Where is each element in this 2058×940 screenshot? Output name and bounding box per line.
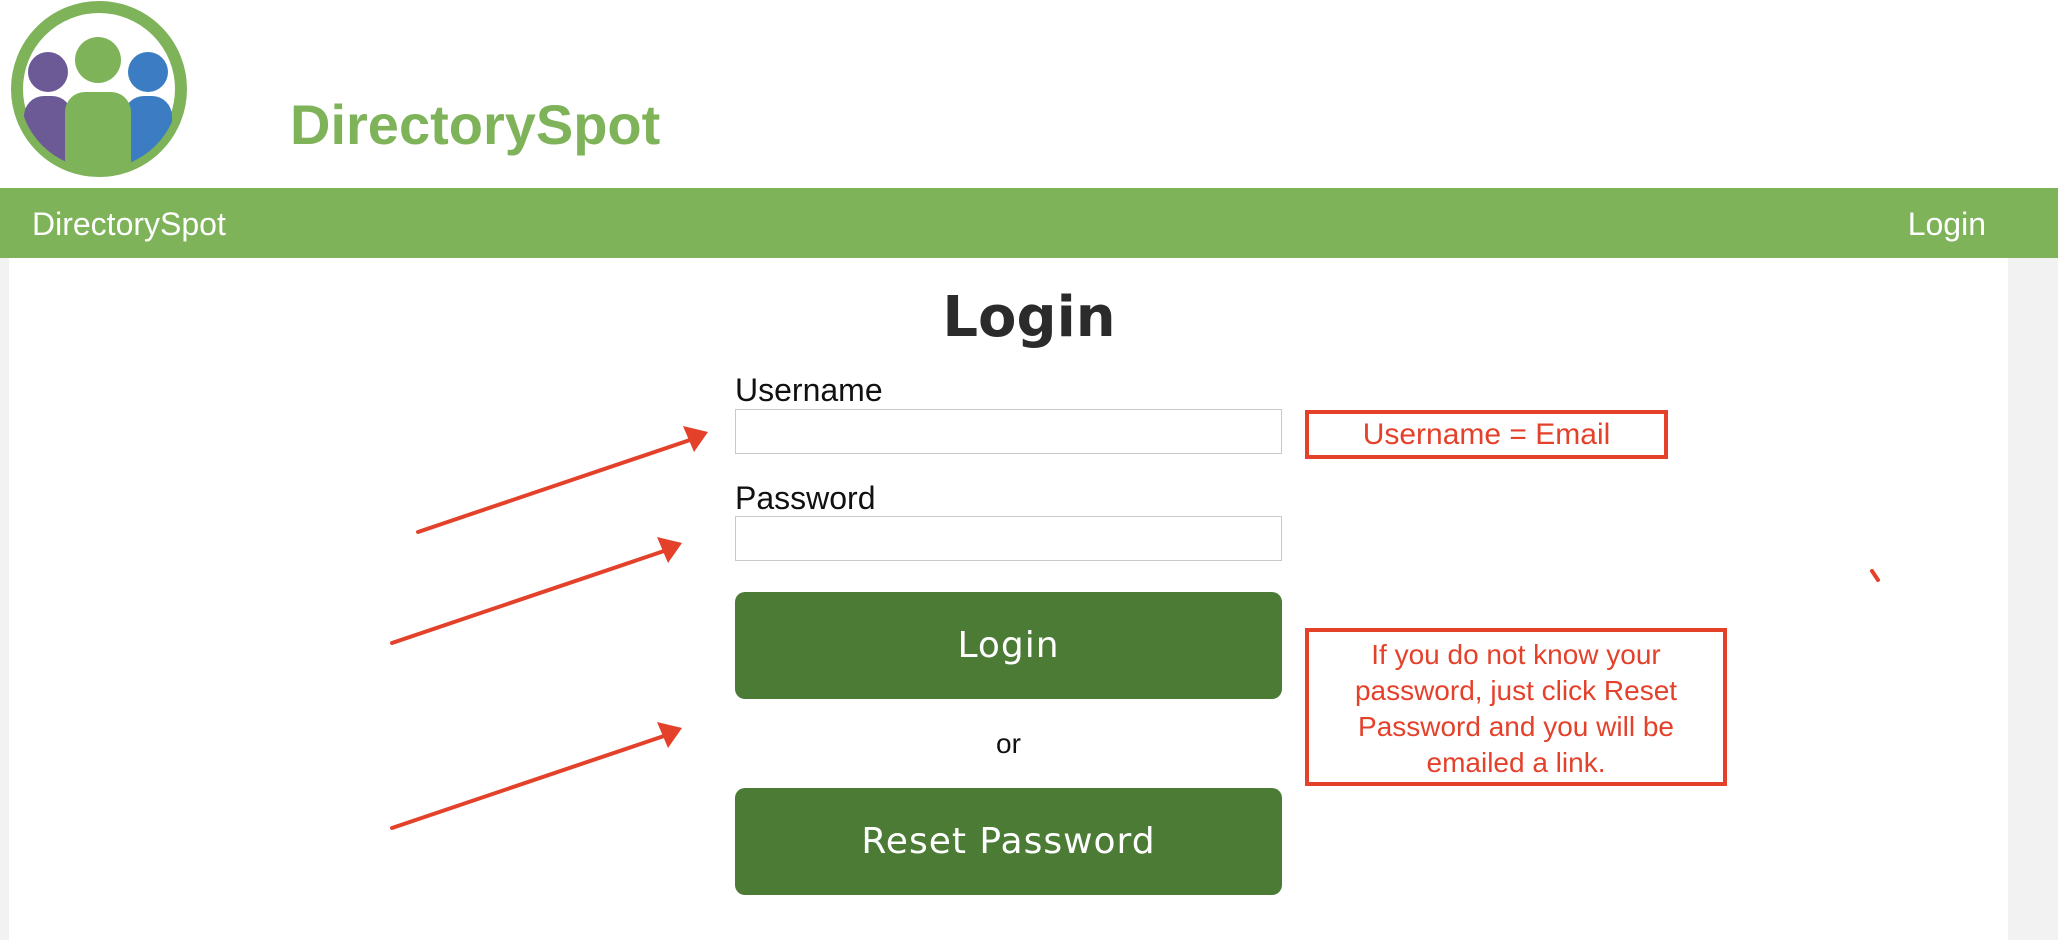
top-navbar: DirectorySpot Login	[0, 188, 2058, 258]
password-input[interactable]	[735, 516, 1282, 561]
password-label: Password	[735, 480, 876, 516]
logo-icon	[11, 1, 187, 177]
username-input[interactable]	[735, 409, 1282, 454]
password-annotation: If you do not know your password, just c…	[1305, 628, 1727, 786]
username-annotation: Username = Email	[1305, 410, 1668, 459]
page-title: Login	[942, 285, 1116, 350]
nav-brand-link[interactable]: DirectorySpot	[32, 206, 226, 242]
or-separator: or	[996, 728, 1021, 759]
reset-password-button[interactable]: Reset Password	[735, 788, 1282, 895]
username-label: Username	[735, 372, 883, 408]
nav-login-link[interactable]: Login	[1908, 206, 1986, 242]
login-button[interactable]: Login	[735, 592, 1282, 699]
site-header: DirectorySpot	[0, 0, 2058, 188]
site-brand-title: DirectorySpot	[290, 93, 661, 156]
page: DirectorySpot DirectorySpot Login Login …	[0, 0, 2058, 940]
